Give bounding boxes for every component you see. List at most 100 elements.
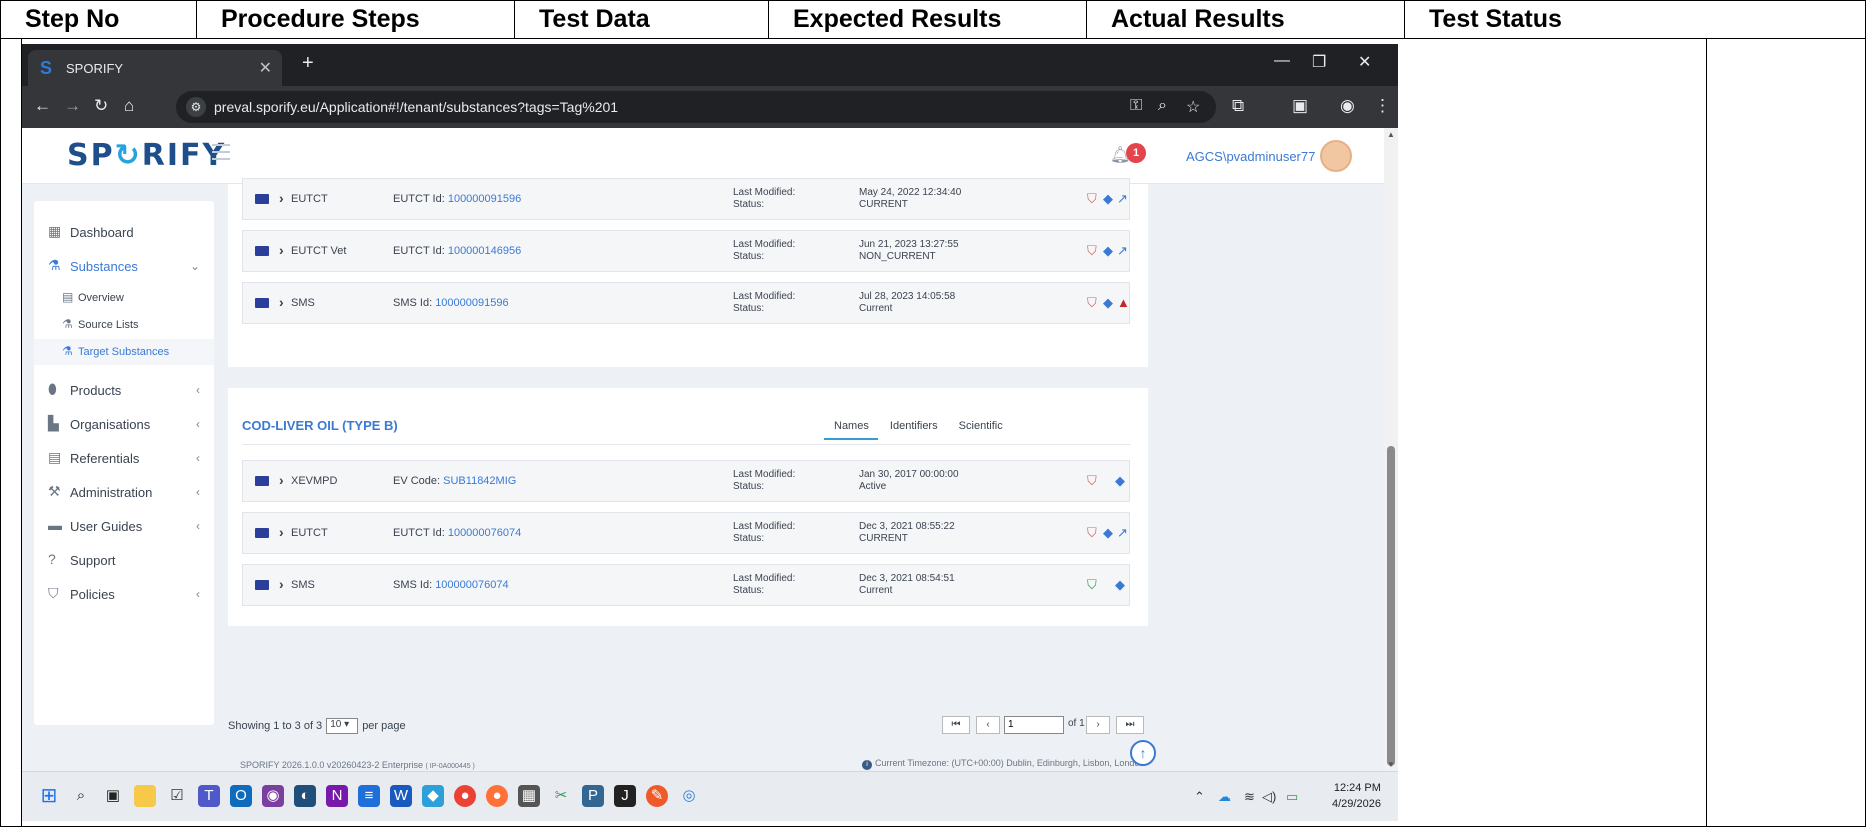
list-item[interactable]: › EUTCT Vet EUTCT Id: 100000146956 Last … <box>242 230 1130 272</box>
scroll-up-icon[interactable]: ▲ <box>1387 130 1395 139</box>
chevron-right-icon[interactable]: › <box>279 524 284 540</box>
shield-check-icon[interactable]: ⛉ <box>1087 577 1097 593</box>
tab-identifiers[interactable]: Identifiers <box>890 420 938 432</box>
external-link-icon[interactable]: ↗ <box>1117 243 1128 259</box>
search-icon[interactable]: ⌕ <box>70 785 92 807</box>
app-icon[interactable]: ◉ <box>262 785 284 807</box>
snipping-tool-icon[interactable]: ✂ <box>550 785 572 807</box>
shield-icon[interactable]: ⛉ <box>1087 525 1097 541</box>
sidebar-subitem-target-substances[interactable]: ⚗ Target Substances <box>34 339 214 365</box>
bookmark-star-icon[interactable]: ☆ <box>1186 97 1200 117</box>
browser-menu-icon[interactable]: ⋮ <box>1374 96 1391 116</box>
prev-page-button[interactable]: ‹ <box>976 716 1000 734</box>
chevron-right-icon[interactable]: › <box>279 576 284 592</box>
app-icon[interactable]: ◐ <box>294 785 316 807</box>
sidebar-item-referentials[interactable]: ▤ Referentials ‹ <box>34 441 214 475</box>
tab-names[interactable]: Names <box>834 420 869 432</box>
notepad-icon[interactable]: ≡ <box>358 785 380 807</box>
identifier-link[interactable]: 100000091596 <box>435 297 508 309</box>
zoom-icon[interactable]: ⌕ <box>1158 97 1167 115</box>
list-item[interactable]: › EUTCT EUTCT Id: 100000076074 Last Modi… <box>242 512 1130 554</box>
restore-icon[interactable]: ❐ <box>1312 52 1326 72</box>
identifier-link[interactable]: 100000076074 <box>435 579 508 591</box>
tag-icon[interactable]: ◆ <box>1103 525 1113 541</box>
avatar[interactable] <box>1320 140 1352 172</box>
jetbrains-icon[interactable]: J <box>614 785 636 807</box>
volume-icon[interactable]: ◁) <box>1262 789 1276 805</box>
next-page-button[interactable]: › <box>1086 716 1110 734</box>
extensions-icon[interactable]: ⧉ <box>1232 96 1244 116</box>
shield-icon[interactable]: ⛉ <box>1087 191 1097 207</box>
new-tab-icon[interactable]: + <box>302 52 314 75</box>
back-icon[interactable]: ← <box>34 96 51 116</box>
postgres-icon[interactable]: P <box>582 785 604 807</box>
postman-icon[interactable]: ✎ <box>646 785 668 807</box>
per-page-select[interactable]: 10 ▾ <box>326 718 359 734</box>
windows-start-icon[interactable]: ⊞ <box>38 785 60 807</box>
hamburger-menu-icon[interactable] <box>212 144 230 165</box>
close-tab-icon[interactable]: ✕ <box>259 58 272 78</box>
sporify-logo[interactable]: SP↻RIFY <box>67 138 226 173</box>
word-icon[interactable]: W <box>390 785 412 807</box>
firefox-icon[interactable]: ● <box>486 785 508 807</box>
shield-icon[interactable]: ⛉ <box>1087 295 1097 311</box>
app-icon[interactable]: ◎ <box>678 785 700 807</box>
sidebar-item-administration[interactable]: ⚒ Administration ‹ <box>34 475 214 509</box>
tag-icon[interactable]: ◆ <box>1103 191 1113 207</box>
chevron-right-icon[interactable]: › <box>279 472 284 488</box>
sidebar-item-policies[interactable]: ⛉ Policies ‹ <box>34 577 214 611</box>
list-item[interactable]: › SMS SMS Id: 100000076074 Last Modified… <box>242 564 1130 606</box>
password-key-icon[interactable]: ⚿ <box>1130 97 1142 115</box>
sidebar-item-organisations[interactable]: ▙ Organisations ‹ <box>34 407 214 441</box>
list-item[interactable]: › SMS SMS Id: 100000091596 Last Modified… <box>242 282 1130 324</box>
list-item[interactable]: › XEVMPD EV Code: SUB11842MIG Last Modif… <box>242 460 1130 502</box>
shield-icon[interactable]: ⛉ <box>1087 473 1097 489</box>
chevron-right-icon[interactable]: › <box>279 242 284 258</box>
sidebar-subitem-overview[interactable]: ▤ Overview <box>34 285 214 311</box>
chrome-icon[interactable]: ● <box>454 785 476 807</box>
external-link-icon[interactable]: ↗ <box>1117 191 1128 207</box>
side-panel-icon[interactable]: ▣ <box>1292 96 1308 116</box>
tag-icon[interactable]: ◆ <box>1103 243 1113 259</box>
address-bar[interactable]: ⚙ preval.sporify.eu/Application#!/tenant… <box>176 91 1216 123</box>
page-number-input[interactable]: 1 <box>1004 716 1064 734</box>
user-name[interactable]: AGCS\pvadminuser77 <box>1186 149 1315 164</box>
sidebar-item-dashboard[interactable]: ▦ Dashboard <box>34 215 214 249</box>
tab-scientific[interactable]: Scientific <box>959 420 1003 432</box>
notification-count-badge[interactable]: 1 <box>1126 143 1146 163</box>
tag-icon[interactable]: ◆ <box>1115 473 1125 489</box>
calculator-icon[interactable]: ▦ <box>518 785 540 807</box>
identifier-link[interactable]: 100000146956 <box>448 245 521 257</box>
home-icon[interactable]: ⌂ <box>124 96 134 116</box>
identifier-link[interactable]: SUB11842MIG <box>443 475 516 487</box>
warning-icon[interactable]: ▲ <box>1117 295 1130 310</box>
scroll-down-icon[interactable]: ▼ <box>1387 760 1395 769</box>
list-item[interactable]: › EUTCT EUTCT Id: 100000091596 Last Modi… <box>242 178 1130 220</box>
site-settings-icon[interactable]: ⚙ <box>186 97 206 117</box>
sidebar-item-substances[interactable]: ⚗ Substances ⌄ <box>34 249 214 283</box>
app-icon[interactable]: ◆ <box>422 785 444 807</box>
window-close-icon[interactable]: ✕ <box>1358 52 1371 72</box>
reload-icon[interactable]: ↻ <box>94 96 108 116</box>
sidebar-item-support[interactable]: ? Support <box>34 543 214 577</box>
chevron-right-icon[interactable]: › <box>279 294 284 310</box>
widgets-icon[interactable]: ☑ <box>166 785 188 807</box>
first-page-button[interactable]: ⏮ <box>942 716 970 734</box>
shield-icon[interactable]: ⛉ <box>1087 243 1097 259</box>
profile-icon[interactable]: ◉ <box>1340 96 1355 116</box>
file-explorer-icon[interactable] <box>134 785 156 807</box>
sidebar-item-products[interactable]: ⬮ Products ‹ <box>34 373 214 407</box>
task-view-icon[interactable]: ▣ <box>102 785 124 807</box>
outlook-icon[interactable]: O <box>230 785 252 807</box>
battery-icon[interactable]: ▭ <box>1286 789 1298 805</box>
substance-title[interactable]: COD-LIVER OIL (TYPE B) <box>242 418 398 433</box>
tag-icon[interactable]: ◆ <box>1103 295 1113 311</box>
wifi-icon[interactable]: ≋ <box>1244 789 1255 805</box>
onenote-icon[interactable]: N <box>326 785 348 807</box>
sidebar-item-user-guides[interactable]: ▬ User Guides ‹ <box>34 509 214 543</box>
forward-icon[interactable]: → <box>64 96 81 116</box>
identifier-link[interactable]: 100000076074 <box>448 527 521 539</box>
last-page-button[interactable]: ⏭ <box>1116 716 1144 734</box>
clock[interactable]: 12:24 PM 4/29/2026 <box>1332 780 1381 812</box>
chevron-right-icon[interactable]: › <box>279 190 284 206</box>
